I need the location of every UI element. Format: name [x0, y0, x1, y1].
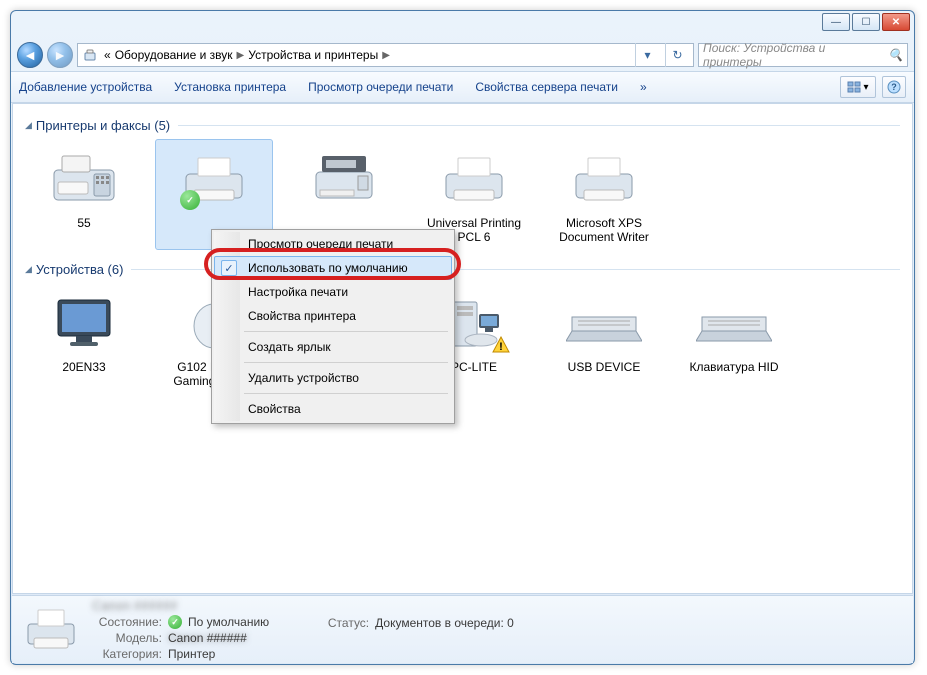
address-bar[interactable]: « Оборудование и звук ▶ Устройства и при… — [77, 43, 694, 67]
address-row: ◄ ► « Оборудование и звук ▶ Устройства и… — [11, 39, 914, 71]
device-item[interactable]: 55 — [25, 139, 143, 250]
ctx-remove-device[interactable]: Удалить устройство — [214, 366, 452, 390]
group-title: Принтеры и факсы (5) — [36, 118, 170, 133]
keyboard-icon — [564, 290, 644, 356]
collapse-icon: ◢ — [25, 120, 32, 131]
chevron-right-icon: ▶ — [237, 50, 245, 61]
breadcrumb-item[interactable]: Оборудование и звук — [115, 48, 233, 62]
device-item[interactable]: 20EN33 — [25, 283, 143, 394]
maximize-button[interactable]: ☐ — [852, 13, 880, 31]
ctx-view-print-queue[interactable]: Просмотр очереди печати — [214, 232, 452, 256]
status-key-status: Статус: — [299, 616, 369, 630]
group-header-printers[interactable]: ◢ Принтеры и факсы (5) — [25, 118, 900, 133]
breadcrumb-item[interactable]: Устройства и принтеры — [248, 48, 378, 62]
search-placeholder: Поиск: Устройства и принтеры — [703, 41, 884, 69]
add-printer-button[interactable]: Установка принтера — [174, 80, 286, 94]
ctx-create-shortcut[interactable]: Создать ярлык — [214, 335, 452, 359]
refresh-button[interactable]: ↻ — [665, 43, 689, 67]
printer-icon — [564, 146, 644, 212]
warning-icon: ! — [492, 336, 510, 354]
toolbar-overflow-button[interactable]: » — [640, 80, 647, 94]
search-input[interactable]: Поиск: Устройства и принтеры 🔍 — [698, 43, 908, 67]
chevron-right-icon: ▶ — [382, 50, 390, 61]
printer-icon — [24, 606, 78, 654]
context-menu: Просмотр очереди печати ✓ Использовать п… — [211, 229, 455, 424]
dropdown-button[interactable]: ▾ — [635, 43, 659, 67]
content-pane: ◢ Принтеры и факсы (5) 55 ✓ — [12, 103, 913, 594]
status-value-category: Принтер — [168, 647, 215, 661]
svg-text:?: ? — [891, 82, 897, 92]
menu-separator — [244, 362, 448, 363]
printer-icon — [434, 146, 514, 212]
keyboard-icon — [694, 290, 774, 356]
view-mode-button[interactable]: ▾ — [840, 76, 876, 98]
nav-forward-button[interactable]: ► — [47, 42, 73, 68]
device-item[interactable]: USB DEVICE — [545, 283, 663, 394]
collapse-icon: ◢ — [25, 264, 32, 275]
printers-grid: 55 ✓ Univer — [25, 139, 900, 250]
device-label: PC-LITE — [451, 360, 497, 374]
status-value-model: Canon ###### — [168, 631, 247, 645]
device-item[interactable]: Microsoft XPS Document Writer — [545, 139, 663, 250]
titlebar: — ☐ ✕ — [11, 11, 914, 39]
group-title: Устройства (6) — [36, 262, 124, 277]
ctx-printing-preferences[interactable]: Настройка печати — [214, 280, 452, 304]
device-label: 55 — [77, 216, 90, 230]
status-key-state: Состояние: — [92, 615, 162, 629]
monitor-icon — [44, 290, 124, 356]
device-item[interactable]: Клавиатура HID — [675, 283, 793, 394]
nav-back-button[interactable]: ◄ — [17, 42, 43, 68]
minimize-button[interactable]: — — [822, 13, 850, 31]
toolbar: Добавление устройства Установка принтера… — [11, 71, 914, 103]
ctx-set-as-default[interactable]: ✓ Использовать по умолчанию — [214, 256, 452, 280]
device-label: Клавиатура HID — [690, 360, 779, 374]
ctx-item-label: Использовать по умолчанию — [248, 261, 408, 275]
check-icon: ✓ — [221, 260, 237, 276]
device-label: USB DEVICE — [568, 360, 641, 374]
status-key-category: Категория: — [92, 647, 162, 661]
devices-icon — [82, 47, 98, 63]
search-icon: 🔍 — [888, 48, 903, 62]
view-print-queue-button[interactable]: Просмотр очереди печати — [308, 80, 453, 94]
printer-icon: ✓ — [174, 146, 254, 212]
ctx-printer-properties[interactable]: Свойства принтера — [214, 304, 452, 328]
device-label: 20EN33 — [62, 360, 105, 374]
devices-grid: 20EN33 G102 Prodigy Gaming Mouse HID-сов… — [25, 283, 900, 394]
ctx-properties[interactable]: Свойства — [214, 397, 452, 421]
status-value-status: Документов в очереди: 0 — [375, 616, 514, 630]
check-icon: ✓ — [168, 615, 182, 629]
menu-separator — [244, 393, 448, 394]
breadcrumb-prefix: « — [104, 48, 111, 62]
explorer-window: — ☐ ✕ ◄ ► « Оборудование и звук ▶ Устрой… — [10, 10, 915, 665]
device-name: Canon ###### — [92, 598, 177, 613]
group-header-devices[interactable]: ◢ Устройства (6) — [25, 262, 900, 277]
help-button[interactable]: ? — [882, 76, 906, 98]
menu-separator — [244, 331, 448, 332]
svg-text:!: ! — [499, 341, 503, 353]
device-label: Microsoft XPS Document Writer — [548, 216, 660, 245]
details-pane: Canon ###### Состояние: ✓ По умолчанию М… — [12, 595, 913, 663]
multifunction-printer-icon — [304, 146, 384, 212]
status-key-model: Модель: — [92, 631, 162, 645]
breadcrumb[interactable]: « Оборудование и звук ▶ Устройства и при… — [104, 48, 390, 62]
close-button[interactable]: ✕ — [882, 13, 910, 31]
fax-printer-icon — [44, 146, 124, 212]
add-device-button[interactable]: Добавление устройства — [19, 80, 152, 94]
status-value-state: По умолчанию — [188, 615, 269, 629]
print-server-properties-button[interactable]: Свойства сервера печати — [475, 80, 618, 94]
